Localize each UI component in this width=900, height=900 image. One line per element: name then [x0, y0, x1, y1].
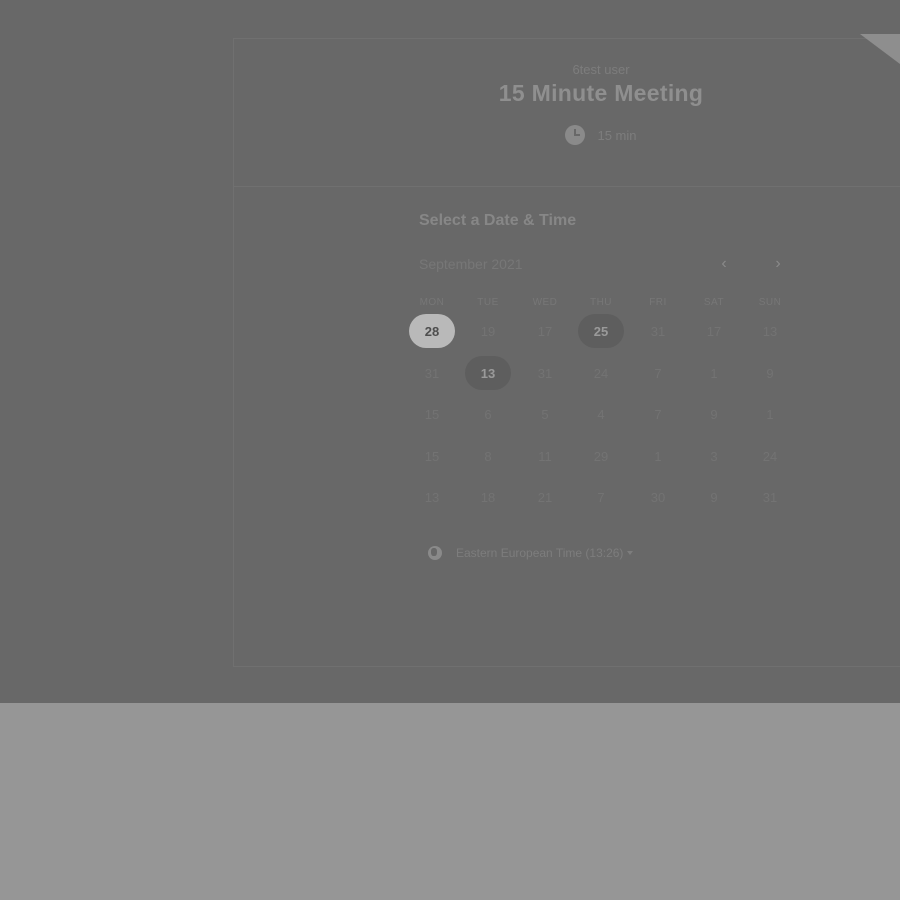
chevron-left-icon: ‹: [721, 255, 727, 272]
booking-card: 6test user 15 Minute Meeting 15 min: [233, 38, 900, 667]
chevron-right-icon: ›: [775, 255, 781, 272]
prev-month-button[interactable]: ‹: [714, 254, 734, 274]
calendar-day: 19: [480, 323, 496, 339]
calendar-day: 9: [710, 489, 718, 505]
organizer-name: 6test user: [572, 62, 630, 77]
calendar-day: 7: [597, 489, 605, 505]
calendar-day: 5: [541, 406, 549, 422]
calendar-day: 24: [593, 365, 609, 381]
calendar-day: 31: [650, 323, 666, 339]
weekday-sat: SAT: [703, 297, 725, 308]
calendar-day-selected[interactable]: 28: [409, 314, 455, 348]
calendar-day: 6: [484, 406, 492, 422]
weekday-mon: MON: [419, 297, 445, 308]
calendar-day: 17: [706, 323, 722, 339]
globe-icon: [428, 546, 442, 560]
calendar-day: 15: [424, 406, 440, 422]
weekday-fri: FRI: [649, 297, 667, 308]
calendar-day: 1: [766, 406, 774, 422]
caret-down-icon: [627, 551, 634, 555]
event-header: 6test user 15 Minute Meeting 15 min: [234, 39, 900, 187]
calendar-day: 7: [654, 406, 662, 422]
calendar-day: 21: [537, 489, 553, 505]
calendar-day: 9: [710, 406, 718, 422]
weekday-sun: SUN: [758, 297, 782, 308]
calendar-day-available[interactable]: 13: [465, 356, 511, 390]
next-month-button[interactable]: ›: [768, 254, 788, 274]
calendar-day: 31: [424, 365, 440, 381]
timezone-selector[interactable]: Eastern European Time (13:26): [428, 546, 634, 560]
calendar-day: 1: [710, 365, 718, 381]
timezone-label: Eastern European Time (13:26): [456, 546, 624, 560]
calendar-day: 31: [762, 489, 778, 505]
calendar-day: 8: [484, 448, 492, 464]
calendar-day: 13: [762, 323, 778, 339]
month-label: September 2021: [419, 256, 523, 272]
calendar-day: 3: [710, 448, 718, 464]
calendar-day: 9: [766, 365, 774, 381]
calendar-day: 18: [480, 489, 496, 505]
weekday-wed: WED: [532, 297, 558, 308]
duration-label: 15 min: [597, 127, 637, 143]
calendar-day: 4: [597, 406, 605, 422]
calendar-day: 30: [650, 489, 666, 505]
calendar-day-available[interactable]: 25: [578, 314, 624, 348]
event-title: 15 Minute Meeting: [498, 80, 704, 106]
calendar-day: 15: [424, 448, 440, 464]
weekday-tue: TUE: [477, 297, 499, 308]
calendar-day: 13: [424, 489, 440, 505]
weekday-thu: THU: [589, 297, 613, 308]
corner-ribbon: [860, 34, 900, 64]
calendar-day: 24: [762, 448, 778, 464]
calendar-day: 17: [537, 323, 553, 339]
calendar-day: 7: [654, 365, 662, 381]
calendar-day: 1: [654, 448, 662, 464]
calendar-day: 11: [538, 448, 552, 464]
calendar-day: 31: [537, 365, 553, 381]
event-duration: 15 min: [234, 125, 900, 145]
clock-icon: [565, 125, 586, 145]
calendar-day: 29: [593, 448, 609, 464]
section-title: Select a Date & Time: [419, 212, 577, 229]
